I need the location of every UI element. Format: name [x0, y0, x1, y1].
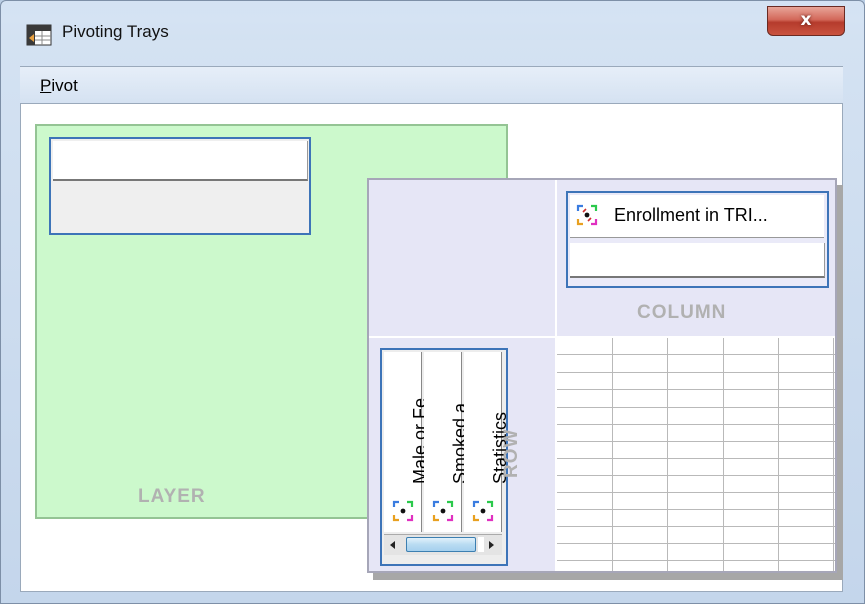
layer-slot[interactable] [49, 137, 311, 235]
column-slot-empty-item [570, 243, 825, 278]
row-tray-scrollbar[interactable] [384, 534, 502, 555]
data-grid [557, 338, 835, 571]
pivot-dimension-icon [472, 500, 494, 522]
menu-bar: Pivot [20, 66, 843, 104]
layer-tray-label: LAYER [138, 486, 206, 507]
scrollbar-thumb[interactable] [406, 537, 476, 552]
column-tray[interactable]: Enrollment in TRI... [566, 191, 829, 288]
menu-pivot[interactable]: Pivot [40, 76, 78, 96]
row-tray-label: ROW [501, 428, 522, 478]
close-button[interactable]: x [767, 6, 845, 36]
layer-slot-empty-item [53, 141, 308, 181]
pivot-table-icon [26, 24, 52, 46]
scroll-right-icon[interactable] [484, 538, 498, 552]
row-tray[interactable]: Male or Fe... Smoked a... Statistics [380, 348, 510, 566]
row-item[interactable]: Statistics [464, 352, 510, 532]
column-tray-label: COLUMN [637, 302, 727, 323]
row-item[interactable]: Male or Fe... [384, 352, 430, 532]
column-item[interactable]: Enrollment in TRI... [570, 195, 824, 238]
pivot-dimension-icon [576, 204, 598, 226]
column-item-label: Enrollment in TRI... [614, 205, 768, 225]
row-item[interactable]: Smoked a... [424, 352, 470, 532]
scroll-left-icon[interactable] [386, 538, 400, 552]
window-title: Pivoting Trays [62, 22, 169, 41]
pivot-dimension-icon [432, 500, 454, 522]
pivot-dimension-icon [392, 500, 414, 522]
